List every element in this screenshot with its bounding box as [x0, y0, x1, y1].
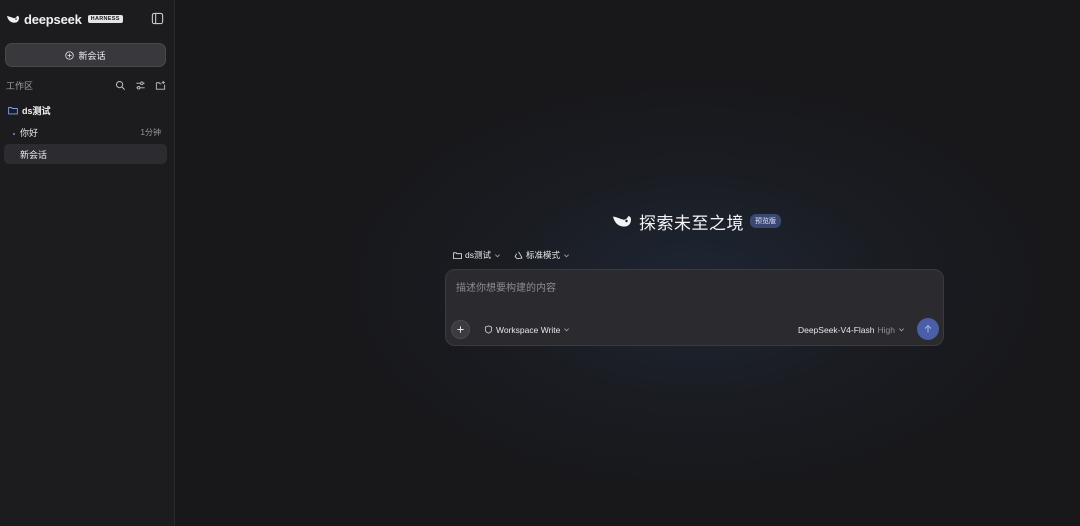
unread-dot — [13, 133, 15, 135]
sidebar-toggle-icon[interactable] — [151, 12, 164, 25]
model-name: DeepSeek-V4-Flash — [797, 324, 875, 335]
new-chat-button[interactable]: 新会话 — [5, 43, 166, 67]
plus-circle-icon — [65, 50, 75, 60]
harness-badge: HARNESS — [87, 15, 123, 23]
preview-badge: 预览版 — [750, 214, 781, 228]
permission-selector[interactable]: Workspace Write — [484, 324, 570, 335]
mode-selector-label: 标准模式 — [525, 250, 560, 260]
search-icon[interactable] — [115, 80, 126, 91]
hero-title: 探索未至之境 — [639, 213, 744, 233]
chevron-down-icon — [564, 253, 569, 257]
folder-plus-icon[interactable] — [155, 80, 166, 91]
arrow-up-icon — [924, 324, 932, 333]
send-button[interactable] — [917, 318, 939, 340]
new-chat-label: 新会话 — [78, 50, 106, 61]
sliders-icon[interactable] — [135, 80, 146, 91]
brand-name: deepseek — [24, 11, 82, 27]
chevron-down-icon — [899, 328, 904, 332]
workspace-header: 工作区 — [6, 79, 166, 91]
sidebar: deepseek HARNESS 新会话 工作区 ds测试 你好 1分钟 新会话 — [0, 0, 175, 526]
recycle-icon — [514, 251, 523, 259]
chevron-down-icon — [494, 253, 500, 257]
permission-label: Workspace Write — [496, 324, 561, 335]
chat-time: 1分钟 — [140, 127, 161, 137]
mode-selector[interactable]: 标准模式 — [514, 249, 570, 261]
brand[interactable]: deepseek HARNESS — [6, 11, 123, 27]
prompt-input[interactable] — [456, 281, 926, 295]
plus-icon — [457, 326, 464, 333]
workspace-folder[interactable]: ds测试 — [8, 104, 51, 116]
chat-title: 你好 — [20, 127, 39, 138]
context-selectors: ds测试 标准模式 — [453, 249, 570, 261]
workspace-selector-label: ds测试 — [465, 250, 491, 260]
chat-item[interactable]: 你好 1分钟 — [4, 122, 167, 142]
reasoning-effort: High — [877, 324, 895, 335]
chat-title: 新会话 — [20, 149, 48, 160]
whale-logo-icon — [7, 15, 19, 23]
shield-icon — [484, 325, 493, 334]
attach-button[interactable] — [451, 320, 470, 339]
workspace-selector[interactable]: ds测试 — [453, 249, 501, 261]
workspace-tools — [115, 80, 166, 91]
folder-icon — [8, 106, 18, 114]
workspace-label: 工作区 — [6, 80, 34, 91]
hero: 探索未至之境 预览版 — [611, 210, 781, 233]
whale-logo-icon — [613, 216, 631, 227]
chevron-down-icon — [564, 328, 570, 332]
folder-icon — [453, 251, 462, 259]
main-panel — [175, 0, 1080, 526]
folder-name: ds测试 — [22, 105, 51, 116]
composer: Workspace Write DeepSeek-V4-Flash High — [445, 269, 944, 346]
chat-item-active[interactable]: 新会话 — [4, 144, 167, 164]
model-selector[interactable]: DeepSeek-V4-Flash High — [798, 324, 905, 335]
